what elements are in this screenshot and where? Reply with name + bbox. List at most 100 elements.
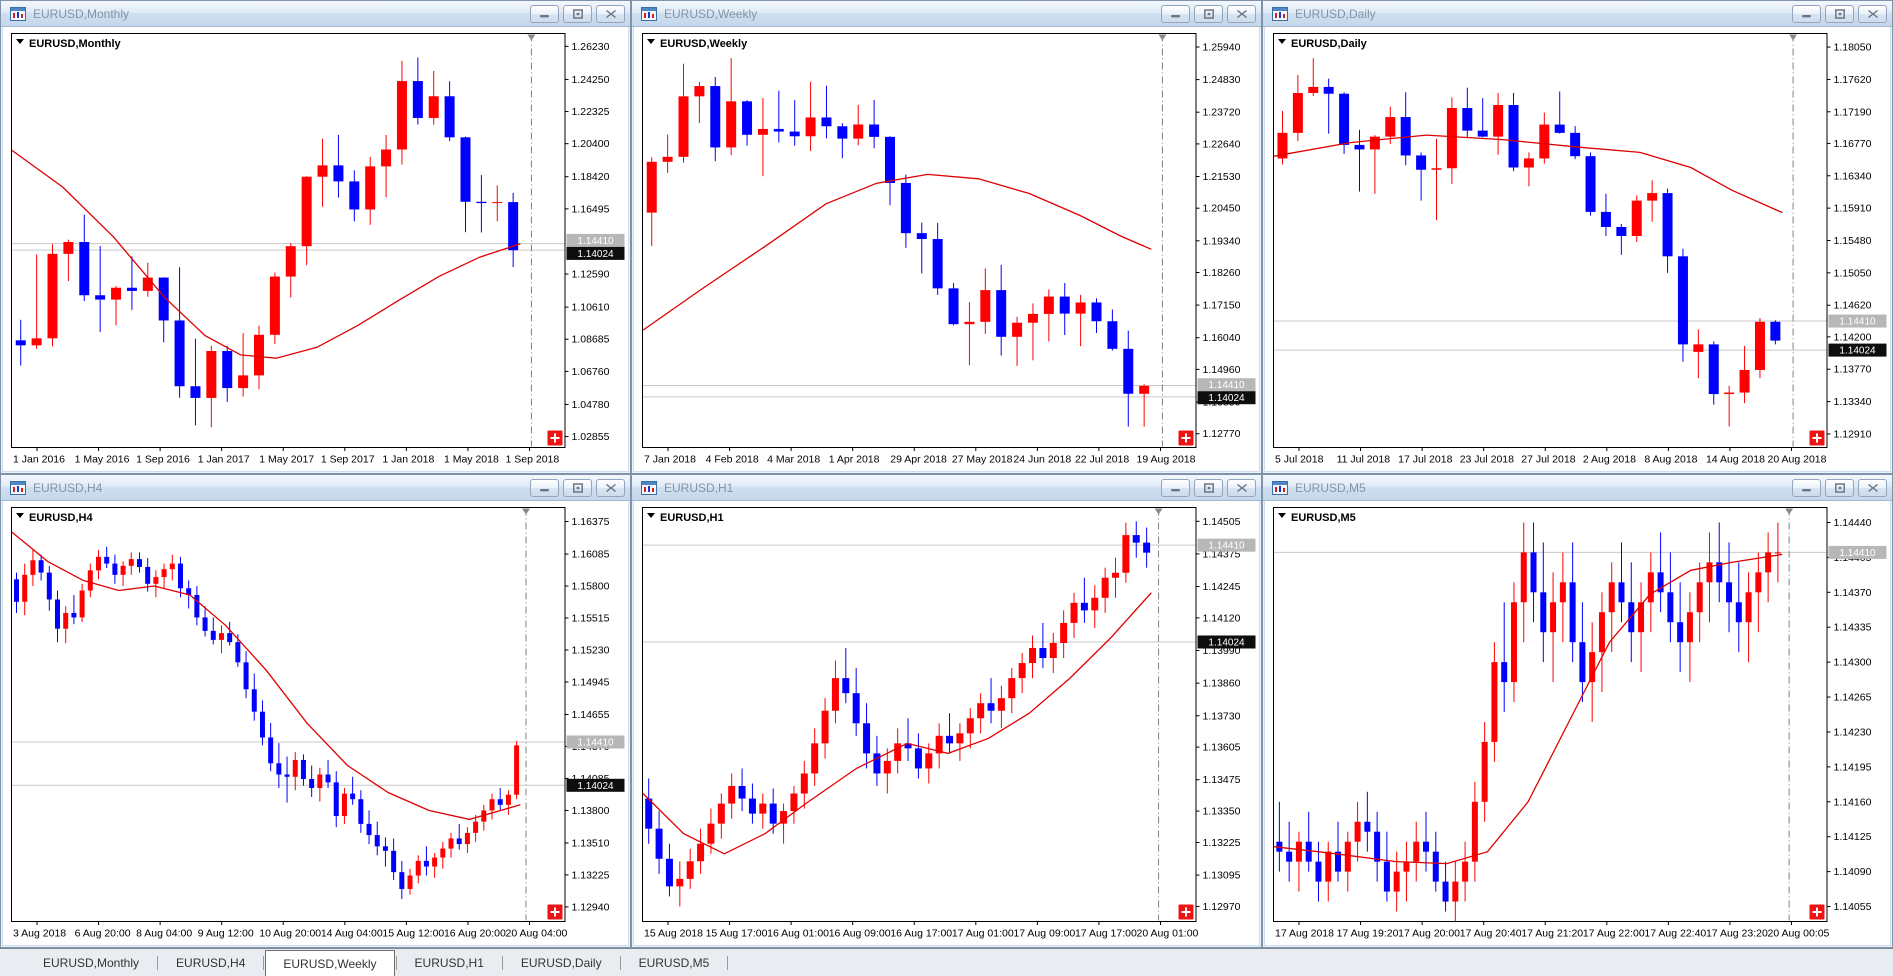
minimize-button[interactable] [530,478,559,497]
chart-canvas-h1[interactable]: EURUSD,H1 1.145051.143751.142451.141201.1… [634,501,1259,945]
chart-canvas-monthly[interactable]: EURUSD,Monthly 1.26230 1.24250 1.22325 1.204… [3,27,628,471]
quick-trade-button[interactable] [1178,904,1194,920]
svg-text:1.14195: 1.14195 [1834,761,1872,773]
time-axis[interactable]: 15 Aug 2018 15 Aug 17:00 16 Aug 01:00 16 Au… [644,921,1199,940]
svg-text:1.16340: 1.16340 [1834,170,1872,182]
svg-text:1.14024: 1.14024 [577,249,614,260]
close-button[interactable] [596,478,625,497]
chart-canvas-h4[interactable]: EURUSD,H4 1.163751.160851.158001.155151.1… [3,501,628,945]
svg-text:1.14410: 1.14410 [1839,548,1876,559]
time-axis[interactable]: 1 Jan 2016 1 May 2016 1 Sep 2016 1 Jan 2017… [13,447,560,466]
time-axis[interactable]: 17 Aug 2018 17 Aug 19:20 17 Aug 20:00 17 Au… [1275,921,1830,940]
quick-trade-button[interactable] [547,904,563,920]
price-axis[interactable]: 1.144401.144051.143701.143351.143001.142… [1826,517,1872,913]
restore-button[interactable] [1825,478,1854,497]
tab-eurusd-daily[interactable]: EURUSD,Daily [504,949,619,976]
chart-area[interactable]: EURUSD,Weekly 1.25940 1.24830 1.23720 1.2264… [634,27,1259,471]
minimize-button[interactable] [1161,478,1190,497]
svg-text:1.24250: 1.24250 [572,74,610,86]
close-icon [605,483,616,492]
time-axis[interactable]: 7 Jan 2018 4 Feb 2018 4 Mar 2018 1 Apr 2018… [644,447,1196,466]
svg-text:1.13225: 1.13225 [1203,837,1241,849]
close-button[interactable] [1227,4,1256,23]
quick-trade-button[interactable] [1178,430,1194,446]
tab-eurusd-h1[interactable]: EURUSD,H1 [398,949,501,976]
svg-text:1.16770: 1.16770 [1834,138,1872,150]
svg-text:6 Aug 20:00: 6 Aug 20:00 [75,928,131,940]
svg-text:1.22325: 1.22325 [572,106,610,118]
restore-icon [1834,8,1845,19]
svg-text:1.25940: 1.25940 [1203,42,1241,54]
svg-text:17 Aug 01:00: 17 Aug 01:00 [952,928,1014,940]
chart-area[interactable]: EURUSD,M51.144401.144051.143701.143351.1… [1265,501,1890,945]
chart-canvas-weekly[interactable]: EURUSD,Weekly 1.25940 1.24830 1.23720 1.2264… [634,27,1259,471]
minimize-icon [1170,488,1180,491]
chart-area[interactable]: EURUSD,H4 1.16375 1.16085 1.15800 1.15515 1.1… [3,501,628,945]
minimize-button[interactable] [1161,4,1190,23]
svg-text:1.15800: 1.15800 [572,581,610,593]
quick-trade-button[interactable] [1809,904,1825,920]
svg-text:1.13605: 1.13605 [1203,742,1241,754]
tab-eurusd-m5[interactable]: EURUSD,M5 [622,949,727,976]
minimize-button[interactable] [530,4,559,23]
chart-window-titlebar[interactable]: EURUSD,Monthly [1,1,630,27]
svg-text:1.14960: 1.14960 [1203,364,1241,376]
time-axis[interactable]: 5 Jul 2018 11 Jul 2018 17 Jul 2018 23 Jul 2… [1275,447,1827,466]
tab-separator [619,956,621,970]
restore-button[interactable] [1825,4,1854,23]
tab-eurusd-monthly[interactable]: EURUSD,Monthly [26,949,156,976]
time-axis[interactable]: 3 Aug 2018 6 Aug 20:00 8 Aug 04:00 9 Aug 12… [13,921,568,940]
chart-window-titlebar[interactable]: EURUSD,H4 [1,475,630,501]
svg-text:17 Aug 21:20: 17 Aug 21:20 [1521,928,1583,940]
close-button[interactable] [1858,4,1887,23]
svg-text:3 Aug 2018: 3 Aug 2018 [13,928,66,940]
svg-text:1.18260: 1.18260 [1203,267,1241,279]
chart-area[interactable]: EURUSD,H1 1.14505 1.14375 1.14245 1.14120 1.1… [634,501,1259,945]
svg-text:1.13510: 1.13510 [572,837,610,849]
svg-text:1 Sep 2016: 1 Sep 2016 [136,454,190,466]
quick-trade-button[interactable] [1809,430,1825,446]
svg-text:1.14024: 1.14024 [577,781,614,792]
tab-eurusd-h4[interactable]: EURUSD,H4 [159,949,262,976]
price-axis[interactable]: 1.145051.143751.142451.141201.139901.138… [1195,516,1241,913]
chart-canvas-daily[interactable]: EURUSD,Daily 1.18050 1.17620 1.17190 1.16770… [1265,27,1890,471]
mt4-workspace: EURUSD,Monthly EURUSD,Monthly 1.26230 1.… [0,0,1893,976]
svg-text:1 May 2018: 1 May 2018 [444,454,499,466]
chart-area[interactable]: EURUSD,Daily 1.18050 1.17620 1.17190 1.16770… [1265,27,1890,471]
svg-text:1.12770: 1.12770 [1203,428,1241,440]
restore-button[interactable] [563,4,592,23]
svg-text:1.13095: 1.13095 [1203,870,1241,882]
chart-window-weekly: EURUSD,Weekly EURUSD,Weekly 1.25940 1.24… [631,0,1262,474]
chart-area[interactable]: EURUSD,Monthly 1.26230 1.24250 1.22325 1.204… [3,27,628,471]
chart-window-titlebar[interactable]: EURUSD,H1 [632,475,1261,501]
restore-button[interactable] [563,478,592,497]
svg-text:16 Aug 09:00: 16 Aug 09:00 [829,928,891,940]
svg-text:1 Sep 2018: 1 Sep 2018 [506,454,560,466]
restore-button[interactable] [1194,4,1223,23]
svg-text:29 Apr 2018: 29 Apr 2018 [890,454,947,466]
svg-text:1.15910: 1.15910 [1834,203,1872,215]
close-button[interactable] [1858,478,1887,497]
chart-window-titlebar[interactable]: EURUSD,M5 [1263,475,1892,501]
quick-trade-button[interactable] [547,430,563,446]
chart-canvas-m5[interactable]: EURUSD,M51.144401.144051.143701.143351.1… [1265,501,1890,945]
bid-price-badge: 1.14024 [566,246,625,260]
svg-text:1.12970: 1.12970 [1203,901,1241,913]
restore-icon [572,482,583,493]
svg-text:1.17620: 1.17620 [1834,74,1872,86]
close-button[interactable] [1227,478,1256,497]
restore-button[interactable] [1194,478,1223,497]
tab-eurusd-weekly[interactable]: EURUSD,Weekly [265,950,395,976]
minimize-button[interactable] [1792,4,1821,23]
minimize-button[interactable] [1792,478,1821,497]
svg-text:1.22640: 1.22640 [1203,138,1241,150]
svg-text:1.18420: 1.18420 [572,171,610,183]
ask-price-badge: 1.14410 [1828,314,1887,328]
price-axis[interactable]: 1.18050 1.17620 1.17190 1.16770 1.16340 1.159… [1826,42,1872,441]
svg-text:1.14410: 1.14410 [577,737,614,748]
chart-window-titlebar[interactable]: EURUSD,Daily [1263,1,1892,27]
chart-window-titlebar[interactable]: EURUSD,Weekly [632,1,1261,27]
close-button[interactable] [596,4,625,23]
price-axis[interactable]: 1.16375 1.16085 1.15800 1.15515 1.15230 1.149… [564,516,610,913]
minimize-icon [1170,14,1180,17]
